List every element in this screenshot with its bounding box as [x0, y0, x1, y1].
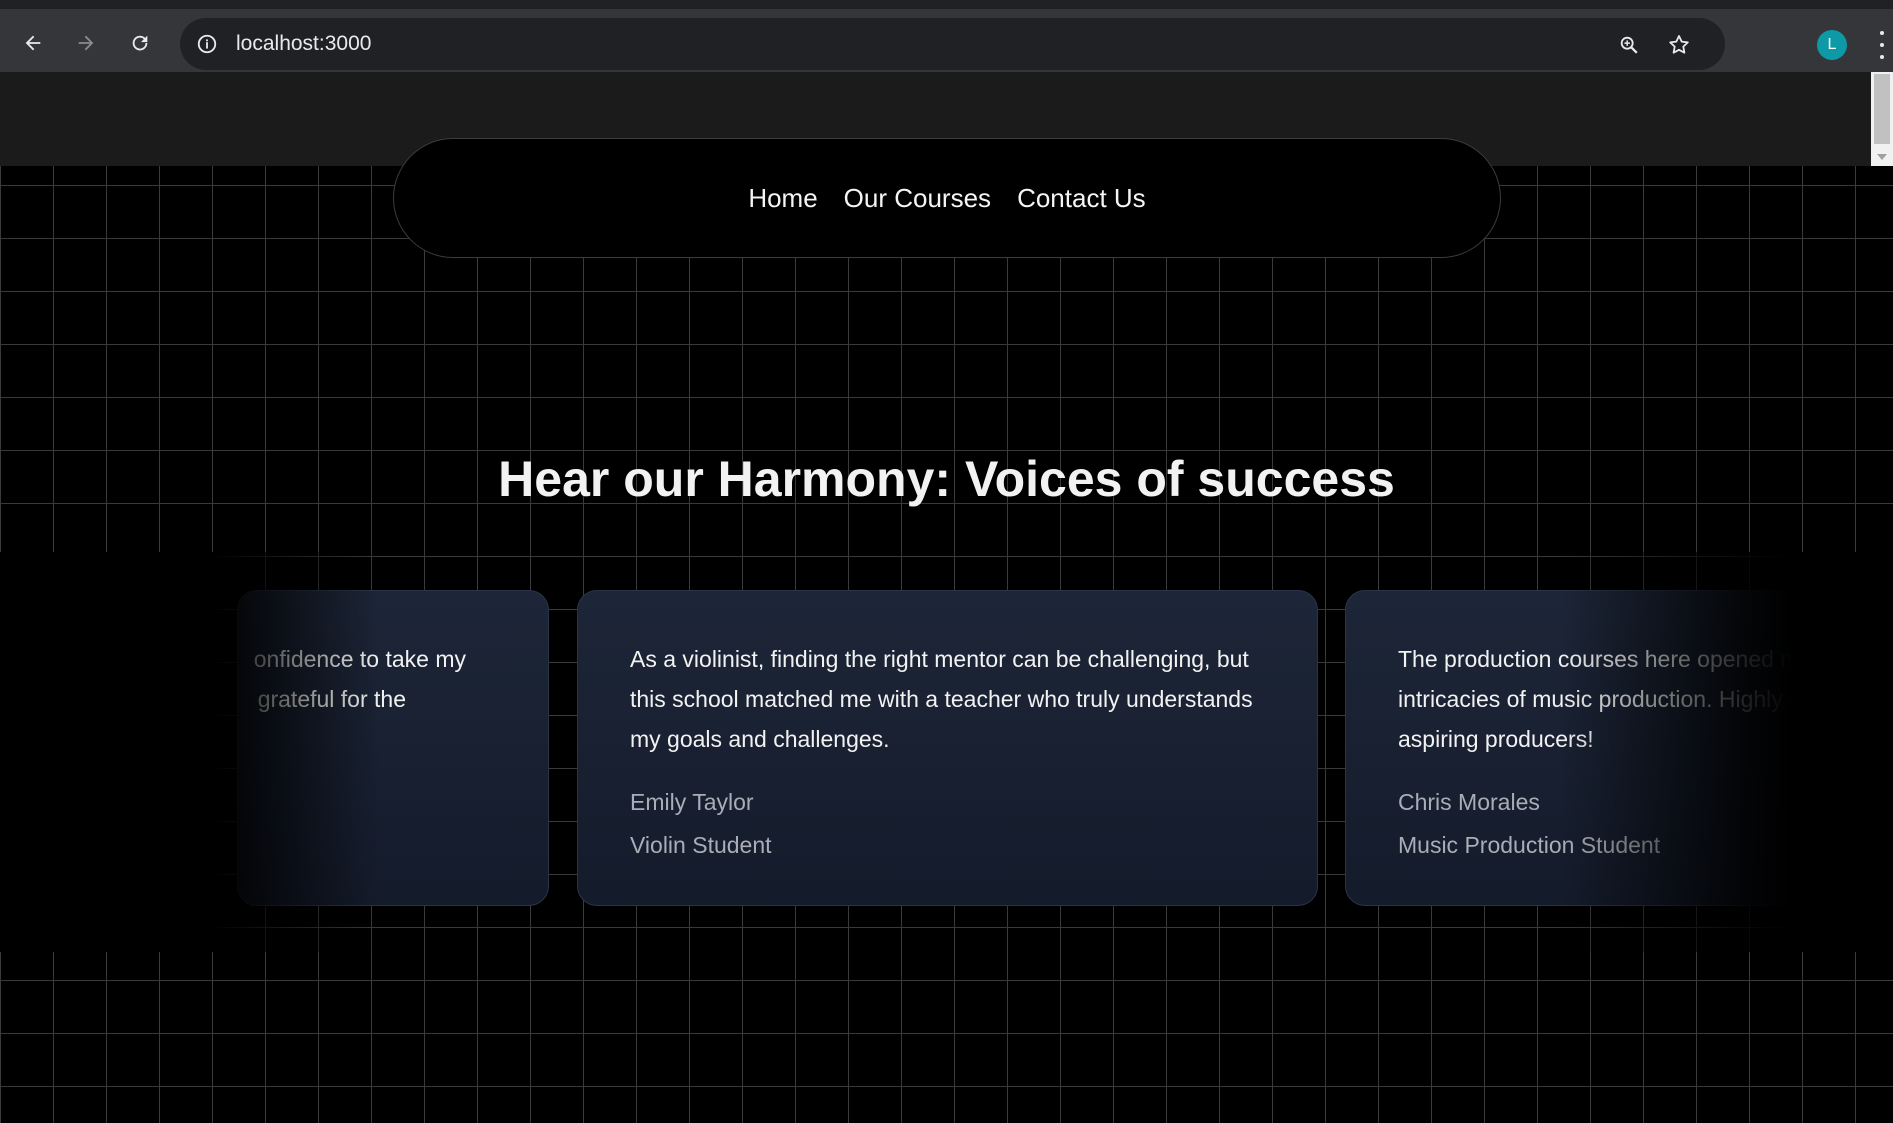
testimonials-heading: Hear our Harmony: Voices of success — [498, 451, 1395, 507]
testimonial-card: The production courses here opened my e … — [1345, 590, 1825, 906]
quote-line: grateful for the — [257, 686, 406, 712]
testimonial-author-role: Music Production Student — [1398, 832, 1661, 858]
testimonial-author-name: Chris Morales — [1398, 789, 1540, 815]
quote-line: The production courses here opened my e — [1398, 646, 1825, 672]
quote-line: intricacies of music production. Highly … — [1398, 686, 1825, 712]
url-text: localhost:3000 — [236, 32, 372, 55]
page-scrollbar[interactable] — [1871, 72, 1893, 166]
page-viewport: Home Our Courses Contact Us Hear our Har… — [0, 72, 1893, 1123]
testimonial-author-name: Emily Taylor — [630, 789, 754, 815]
bookmark-star-icon[interactable] — [1665, 31, 1693, 59]
testimonial-card: As a violinist, finding the right mentor… — [577, 590, 1318, 906]
address-bar[interactable]: localhost:3000 — [180, 18, 1725, 70]
main-navbar: Home Our Courses Contact Us — [393, 138, 1501, 258]
quote-line: aspiring producers! — [1398, 726, 1594, 752]
testimonial-quote: The production courses here opened my e … — [1398, 639, 1825, 759]
testimonial-author-role: Violin Student — [630, 832, 772, 858]
nav-link-home[interactable]: Home — [748, 183, 817, 214]
quote-line: my goals and challenges. — [630, 726, 890, 752]
quote-line: onfidence to take my — [253, 646, 466, 672]
forward-button[interactable] — [70, 27, 102, 59]
back-button[interactable] — [17, 27, 49, 59]
nav-link-contact-us[interactable]: Contact Us — [1017, 183, 1146, 214]
zoom-icon[interactable] — [1615, 31, 1643, 59]
reload-button[interactable] — [124, 27, 156, 59]
testimonial-quote: As a violinist, finding the right mentor… — [630, 639, 1260, 759]
forward-arrow-icon — [78, 35, 94, 51]
scrollbar-thumb[interactable] — [1874, 74, 1890, 144]
back-arrow-icon — [25, 35, 41, 51]
site-info-icon[interactable] — [194, 31, 220, 57]
testimonial-card: onfidence to take my grateful for the — [237, 590, 549, 906]
scroll-down-arrow-icon[interactable] — [1877, 154, 1887, 160]
browser-toolbar: localhost:3000 L — [0, 0, 1893, 72]
quote-line: As a violinist, finding the right mentor… — [630, 646, 1249, 672]
testimonial-quote: onfidence to take my grateful for the — [238, 639, 548, 719]
nav-link-our-courses[interactable]: Our Courses — [844, 183, 991, 214]
reload-icon — [132, 35, 148, 51]
browser-menu-icon[interactable] — [1876, 31, 1888, 59]
quote-line: this school matched me with a teacher wh… — [630, 686, 1253, 712]
profile-avatar[interactable]: L — [1817, 30, 1847, 60]
